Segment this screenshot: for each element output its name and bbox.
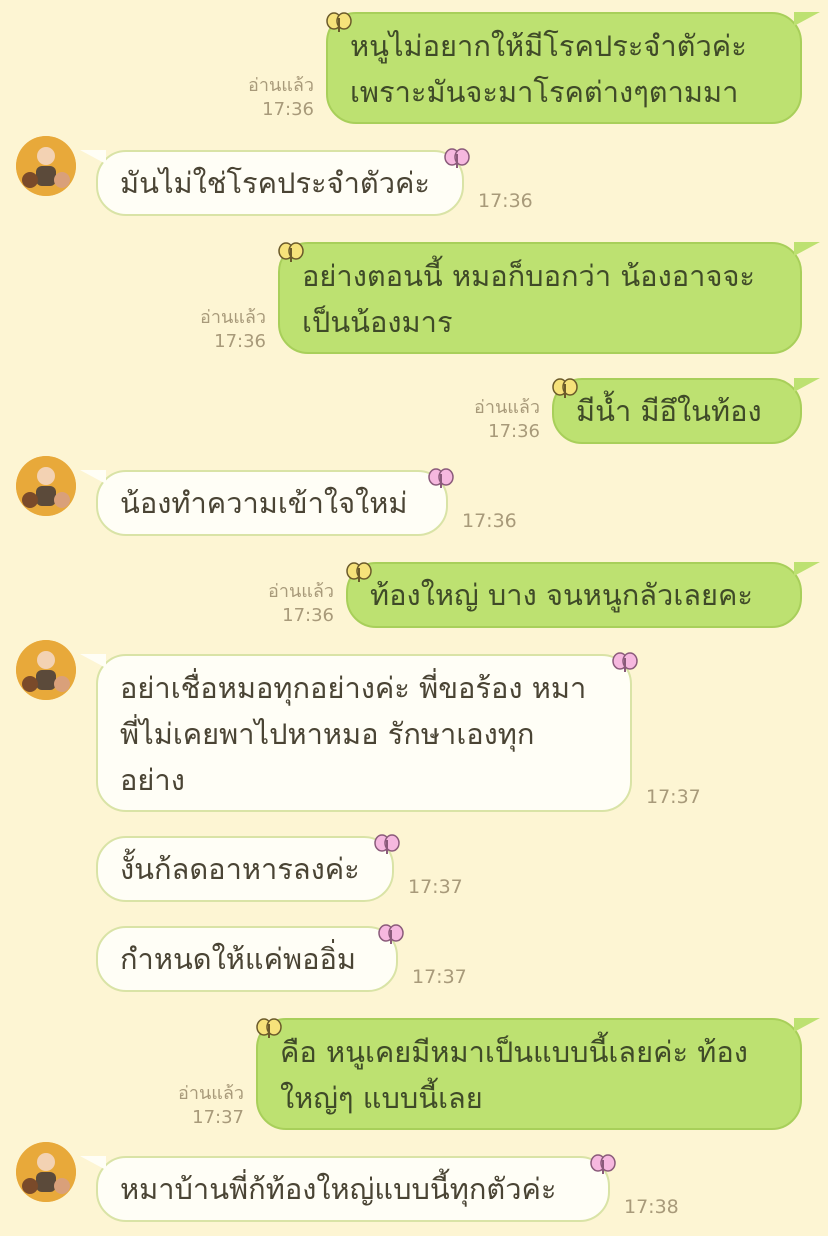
butterfly-yellow-icon	[278, 242, 304, 262]
butterfly-pink-icon	[590, 1154, 616, 1174]
message-time: 17:37	[412, 966, 467, 988]
message-text-line: น้องทำความเข้าใจใหม่	[120, 486, 408, 520]
message-text-line: ใหญ่ๆ แบบนี้เลย	[280, 1081, 483, 1115]
butterfly-yellow-icon	[326, 12, 352, 32]
message-time: 17:38	[624, 1196, 679, 1218]
chat-area[interactable]: อ่านแล้ว 17:36 หนูไม่อยากให้มีโรคประจำตั…	[0, 0, 828, 1236]
butterfly-pink-icon	[612, 652, 638, 672]
message-meta: อ่านแล้ว 17:37	[166, 1082, 244, 1130]
bubble-tail	[794, 242, 820, 256]
message-bubble[interactable]: อย่าเชื่อหมอทุกอย่างค่ะ พี่ขอร้อง หมา พี…	[96, 654, 632, 812]
message-meta: อ่านแล้ว 17:36	[188, 306, 266, 354]
butterfly-yellow-icon	[552, 378, 578, 398]
message-time: 17:36	[262, 99, 314, 120]
message-time: 17:37	[192, 1107, 244, 1128]
message-meta: อ่านแล้ว 17:36	[256, 580, 334, 628]
message-bubble[interactable]: อย่างตอนนี้ หมอก็บอกว่า น้องอาจจะ เป็นน้…	[278, 242, 802, 354]
message-text-line: งั้นก้ลดอาหารลงค่ะ	[120, 852, 360, 886]
message-text-line: มีน้ำ มีอึในท้อง	[576, 394, 762, 428]
message-bubble[interactable]: มันไม่ใช่โรคประจำตัวค่ะ	[96, 150, 464, 216]
message-time: 17:36	[478, 190, 533, 212]
butterfly-pink-icon	[444, 148, 470, 168]
read-receipt: อ่านแล้ว	[200, 307, 266, 328]
message-text-line: หนูไม่อยากให้มีโรคประจำตัวค่ะ	[350, 29, 747, 63]
user-avatar-icon[interactable]	[16, 136, 76, 196]
bubble-tail	[80, 150, 106, 164]
message-text-line: เป็นน้องมาร	[302, 305, 453, 339]
bubble-tail	[794, 1018, 820, 1032]
read-receipt: อ่านแล้ว	[474, 397, 540, 418]
message-text-line: กำหนดให้แค่พออิ่ม	[120, 942, 357, 976]
bubble-tail	[794, 378, 820, 392]
message-time: 17:37	[646, 786, 701, 808]
message-time: 17:36	[488, 421, 540, 442]
message-text-line: ท้องใหญ่ บาง จนหนูกลัวเลยคะ	[370, 578, 753, 612]
user-avatar-icon[interactable]	[16, 640, 76, 700]
read-receipt: อ่านแล้ว	[248, 75, 314, 96]
user-avatar-icon[interactable]	[16, 1142, 76, 1202]
read-receipt: อ่านแล้ว	[178, 1083, 244, 1104]
message-text-line: คือ หนูเคยมีหมาเป็นแบบนี้เลยค่ะ ท้อง	[280, 1035, 748, 1069]
message-time: 17:36	[462, 510, 517, 532]
user-avatar-icon[interactable]	[16, 456, 76, 516]
read-receipt: อ่านแล้ว	[268, 581, 334, 602]
bubble-tail	[80, 654, 106, 668]
message-text-line: อย่าง	[120, 763, 185, 797]
message-meta: อ่านแล้ว 17:36	[236, 74, 314, 122]
butterfly-pink-icon	[378, 924, 404, 944]
message-bubble[interactable]: มีน้ำ มีอึในท้อง	[552, 378, 802, 444]
bubble-tail	[80, 1156, 106, 1170]
butterfly-pink-icon	[374, 834, 400, 854]
message-meta: อ่านแล้ว 17:36	[462, 396, 540, 444]
message-bubble[interactable]: หมาบ้านพี่ก้ท้องใหญ่แบบนี้ทุกตัวค่ะ	[96, 1156, 610, 1222]
message-bubble[interactable]: คือ หนูเคยมีหมาเป็นแบบนี้เลยค่ะ ท้อง ใหญ…	[256, 1018, 802, 1130]
message-text-line: อย่างตอนนี้ หมอก็บอกว่า น้องอาจจะ	[302, 259, 756, 293]
bubble-tail	[794, 12, 820, 26]
message-time: 17:37	[408, 876, 463, 898]
message-time: 17:36	[214, 331, 266, 352]
message-text-line: พี่ไม่เคยพาไปหาหมอ รักษาเองทุก	[120, 717, 535, 751]
message-bubble[interactable]: หนูไม่อยากให้มีโรคประจำตัวค่ะ เพราะมันจะ…	[326, 12, 802, 124]
butterfly-yellow-icon	[256, 1018, 282, 1038]
bubble-tail	[794, 562, 820, 576]
message-bubble[interactable]: กำหนดให้แค่พออิ่ม	[96, 926, 398, 992]
bubble-tail	[80, 470, 106, 484]
butterfly-yellow-icon	[346, 562, 372, 582]
message-time: 17:36	[282, 605, 334, 626]
message-text-line: อย่าเชื่อหมอทุกอย่างค่ะ พี่ขอร้อง หมา	[120, 671, 587, 705]
message-text-line: เพราะมันจะมาโรคต่างๆตามมา	[350, 75, 739, 109]
message-bubble[interactable]: ท้องใหญ่ บาง จนหนูกลัวเลยคะ	[346, 562, 802, 628]
butterfly-pink-icon	[428, 468, 454, 488]
message-bubble[interactable]: งั้นก้ลดอาหารลงค่ะ	[96, 836, 394, 902]
message-text-line: หมาบ้านพี่ก้ท้องใหญ่แบบนี้ทุกตัวค่ะ	[120, 1172, 557, 1206]
message-bubble[interactable]: น้องทำความเข้าใจใหม่	[96, 470, 448, 536]
message-text-line: มันไม่ใช่โรคประจำตัวค่ะ	[120, 166, 430, 200]
